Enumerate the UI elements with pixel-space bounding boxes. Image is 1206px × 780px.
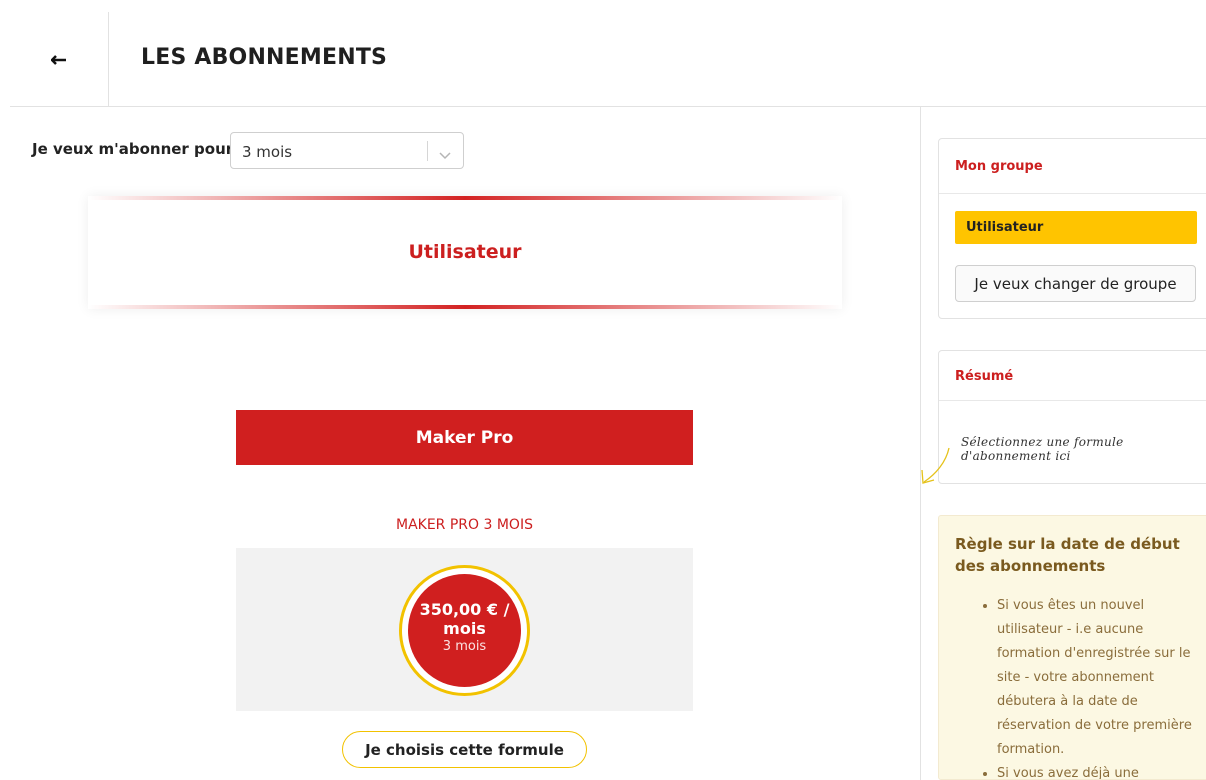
group-card-title: Mon groupe	[939, 139, 1206, 194]
duration-select[interactable]: 3 mois	[230, 132, 464, 169]
banner-top-bar	[88, 196, 842, 200]
price-amount: 350,00 € / mois	[419, 600, 510, 638]
rule-item: Si vous avez déjà une	[997, 762, 1197, 779]
arrow-left-icon	[51, 54, 67, 65]
price-circle: 350,00 € / mois 3 mois	[408, 574, 521, 687]
subscribe-duration-label: Je veux m'abonner pour	[32, 140, 234, 158]
price-duration: 3 mois	[442, 639, 487, 654]
change-group-button[interactable]: Je veux changer de groupe	[955, 265, 1196, 302]
rule-item: Si vous êtes un nouvel utilisateur - i.e…	[997, 594, 1197, 762]
page-title: LES ABONNEMENTS	[141, 45, 388, 70]
plan-header: Maker Pro	[236, 410, 693, 465]
price-ring: 350,00 € / mois 3 mois	[399, 565, 530, 696]
rule-title: Règle sur la date de début des abonnemen…	[955, 535, 1180, 575]
select-separator	[427, 141, 428, 161]
group-banner-name: Utilisateur	[408, 241, 522, 263]
price-box: 350,00 € / mois 3 mois	[236, 548, 693, 711]
group-card: Mon groupe Utilisateur Je veux changer d…	[938, 138, 1206, 319]
chevron-down-icon[interactable]	[439, 145, 451, 164]
summary-card: Résumé Sélectionnez une formule d'abonne…	[938, 350, 1206, 484]
summary-hint: Sélectionnez une formule d'abonnement ic…	[961, 435, 1124, 463]
summary-card-title: Résumé	[939, 351, 1206, 401]
arrow-doodle-icon	[918, 444, 952, 492]
current-group-badge: Utilisateur	[955, 211, 1197, 244]
page-header: LES ABONNEMENTS	[0, 0, 1206, 107]
rule-list: Si vous êtes un nouvel utilisateur - i.e…	[939, 594, 1197, 779]
group-banner: Utilisateur	[88, 196, 842, 309]
header-divider	[10, 106, 1206, 107]
back-button[interactable]	[10, 12, 109, 107]
duration-select-value: 3 mois	[242, 143, 293, 161]
banner-bottom-bar	[88, 305, 842, 309]
plan-subtitle: MAKER PRO 3 MOIS	[396, 517, 533, 533]
choose-plan-button[interactable]: Je choisis cette formule	[342, 731, 587, 768]
start-date-rule-box: Règle sur la date de début des abonnemen…	[938, 515, 1206, 780]
